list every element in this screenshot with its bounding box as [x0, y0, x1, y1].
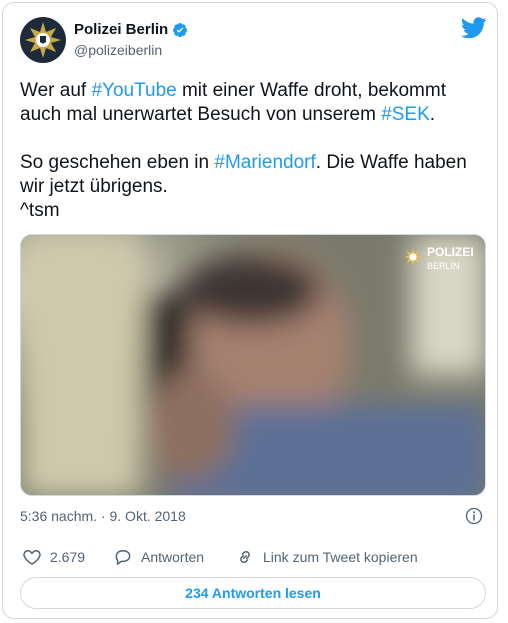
reply-button[interactable]: Antworten [113, 547, 204, 567]
like-count: 2.679 [50, 549, 86, 565]
tweet-text: Wer auf #YouTube mit einer Waffe droht, … [20, 79, 490, 223]
author-name[interactable]: Polizei Berlin [74, 21, 168, 38]
like-button[interactable]: 2.679 [22, 547, 85, 567]
watermark-title: POLIZEI [427, 245, 474, 259]
info-icon[interactable] [465, 507, 483, 525]
avatar[interactable] [20, 17, 66, 63]
watermark-subtitle: BERLIN [427, 261, 460, 271]
reply-bubble-icon [115, 550, 131, 565]
read-replies-button[interactable]: 234 Antworten lesen [20, 577, 486, 609]
police-star-icon [25, 22, 61, 58]
link-icon [240, 550, 250, 564]
police-star-icon [404, 248, 422, 266]
copy-link-label: Link zum Tweet kopieren [263, 549, 418, 565]
police-watermark: POLIZEI BERLIN [403, 243, 474, 271]
heart-icon [23, 549, 41, 565]
copy-link-button[interactable]: Link zum Tweet kopieren [235, 547, 418, 567]
tweet-video-thumbnail[interactable]: POLIZEI BERLIN [20, 234, 486, 496]
hashtag-sek[interactable]: #SEK [381, 104, 430, 125]
reply-label: Antworten [141, 549, 205, 565]
blurred-video-frame [21, 235, 485, 495]
twitter-bird-icon[interactable] [461, 17, 487, 39]
tweet-card: Polizei Berlin @polizeiberlin Wer auf #Y… [2, 2, 498, 619]
tweet-timestamp[interactable]: 5:36 nachm. · 9. Okt. 2018 [20, 508, 186, 524]
verified-icon [173, 22, 188, 37]
author-handle[interactable]: @polizeiberlin [74, 42, 162, 58]
hashtag-youtube[interactable]: #YouTube [91, 80, 176, 101]
tweet-paragraph-2: So geschehen eben in #Mariendorf. Die Wa… [20, 152, 467, 221]
tweet-paragraph-1: Wer auf #YouTube mit einer Waffe droht, … [20, 80, 446, 125]
signature: ^tsm [20, 200, 60, 221]
hashtag-mariendorf[interactable]: #Mariendorf [214, 152, 315, 173]
